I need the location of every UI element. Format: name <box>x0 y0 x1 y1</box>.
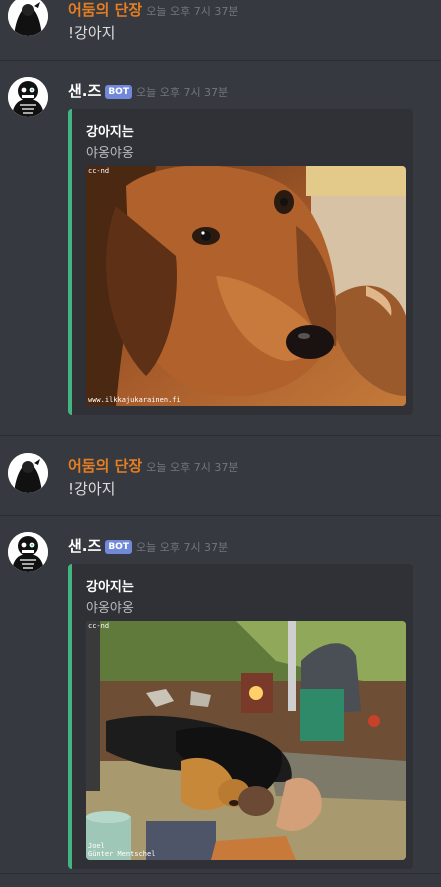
dog-photo-image <box>86 166 406 406</box>
username[interactable]: 어둠의 단장 오늘 오후 7시 37분 <box>68 455 238 476</box>
embed-title: 강아지는 <box>86 125 134 140</box>
bot-avatar[interactable] <box>8 77 48 117</box>
man-and-dog-photo-image <box>86 621 406 860</box>
message-text: !강아지 <box>68 480 116 498</box>
watermark-bottom-line-2: Günter Mentschel <box>88 850 156 858</box>
message-bot-1: 샌.즈 BOT 오늘 오후 7시 37분 강아지는 야옹야옹 cc-nd www… <box>0 60 441 435</box>
embed-description: 야옹야옹 <box>86 146 134 161</box>
message-divider <box>0 873 441 874</box>
timestamp: 오늘 오후 7시 37분 <box>146 5 239 18</box>
watermark-bottom-line-1: Joel <box>88 842 105 850</box>
timestamp: 오늘 오후 7시 37분 <box>135 86 229 99</box>
user-avatar[interactable] <box>8 453 48 493</box>
message-text: !강아지 <box>68 24 116 42</box>
username-text[interactable]: 샌.즈 <box>68 537 101 555</box>
timestamp: 오늘 오후 7시 37분 <box>146 461 239 474</box>
username-text[interactable]: 어둠의 단장 <box>68 457 142 475</box>
embed-title: 강아지는 <box>86 580 134 595</box>
embed-description: 야옹야옹 <box>86 601 134 616</box>
username[interactable]: 어둠의 단장 오늘 오후 7시 37분 <box>68 0 238 20</box>
username[interactable]: 샌.즈 BOT 오늘 오후 7시 37분 <box>68 535 228 556</box>
embed: 강아지는 야옹야옹 <box>68 109 413 415</box>
message-bot-2: 샌.즈 BOT 오늘 오후 7시 37분 강아지는 야옹야옹 cc-nd Joe… <box>0 515 441 887</box>
bot-avatar[interactable] <box>8 532 48 572</box>
message-user-1: 어둠의 단장 오늘 오후 7시 37분 !강아지 <box>0 0 441 60</box>
watermark-top: cc-nd <box>88 167 110 175</box>
username[interactable]: 샌.즈 BOT 오늘 오후 7시 37분 <box>68 80 228 101</box>
bot-badge: BOT <box>105 85 132 99</box>
embed: 강아지는 야옹야옹 <box>68 564 413 869</box>
watermark-top: cc-nd <box>88 622 110 630</box>
timestamp: 오늘 오후 7시 37분 <box>135 541 229 554</box>
username-text[interactable]: 어둠의 단장 <box>68 1 142 19</box>
username-text[interactable]: 샌.즈 <box>68 82 101 100</box>
embed-image[interactable]: cc-nd Joel Günter Mentschel <box>86 621 406 860</box>
bot-badge: BOT <box>105 540 132 554</box>
user-avatar[interactable] <box>8 0 48 36</box>
embed-image[interactable]: cc-nd www.ilkkajukarainen.fi <box>86 166 406 406</box>
watermark-bottom: Joel Günter Mentschel <box>88 842 155 858</box>
message-user-2: 어둠의 단장 오늘 오후 7시 37분 !강아지 <box>0 435 441 515</box>
watermark-bottom: www.ilkkajukarainen.fi <box>88 396 181 404</box>
